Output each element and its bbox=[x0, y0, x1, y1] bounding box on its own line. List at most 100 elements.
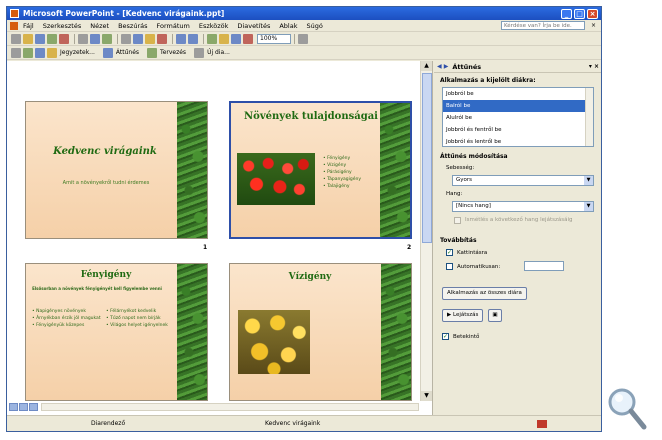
table-icon[interactable] bbox=[219, 33, 229, 44]
slide-3-bullets-right: Félárnyékot kedvelik Tűző napot nem bírj… bbox=[106, 308, 176, 329]
speed-select[interactable]: Gyors ▼ bbox=[452, 175, 594, 186]
chart-icon[interactable] bbox=[207, 33, 217, 44]
notes-button[interactable]: Jegyzetek... bbox=[47, 47, 98, 58]
slide-thumbnail-3[interactable]: Fényigény Elsősorban a növények fényigén… bbox=[25, 263, 208, 401]
slideshow-button[interactable]: ▣ bbox=[488, 309, 502, 322]
auto-time-spinner[interactable] bbox=[524, 261, 564, 271]
print-preview-icon[interactable] bbox=[90, 33, 100, 44]
cut-icon[interactable] bbox=[121, 33, 131, 44]
transition-list[interactable]: Jobbról be Balról be Alulról be Jobbról … bbox=[442, 87, 594, 147]
new-icon[interactable] bbox=[11, 33, 21, 44]
slide-thumbnail-2[interactable]: Növények tulajdonságai Fényigény Vízigén… bbox=[229, 101, 412, 239]
leaves-decoration bbox=[380, 103, 410, 237]
task-pane-title: Áttűnés bbox=[452, 62, 482, 71]
scroll-down-arrow-icon[interactable]: ▼ bbox=[421, 391, 432, 401]
checkbox-box bbox=[446, 263, 453, 270]
new-slide-icon bbox=[194, 47, 205, 58]
menu-file[interactable]: Fájl bbox=[23, 22, 34, 30]
sound-label: Hang: bbox=[446, 191, 463, 197]
play-button[interactable]: ▶ Lejátszás bbox=[442, 309, 484, 322]
bullet-item: Párásigény bbox=[323, 169, 361, 176]
spelling-status-icon bbox=[537, 420, 547, 428]
menu-view[interactable]: Nézet bbox=[90, 22, 109, 30]
menu-tools[interactable]: Eszközök bbox=[199, 22, 229, 30]
rehearse-icon[interactable] bbox=[23, 47, 33, 58]
undo-icon[interactable] bbox=[176, 33, 186, 44]
autopreview-label: Betekintő bbox=[453, 333, 480, 340]
sound-select[interactable]: [Nincs hang] ▼ bbox=[452, 201, 594, 212]
automatic-checkbox[interactable]: Automatikusan: bbox=[446, 263, 500, 270]
loop-sound-checkbox[interactable]: Ismétlés a következő hang lejátszásáig bbox=[454, 217, 594, 224]
on-click-checkbox[interactable]: ✓ Kattintásra bbox=[446, 249, 487, 256]
menu-format[interactable]: Formátum bbox=[156, 22, 189, 30]
copy-icon[interactable] bbox=[133, 33, 143, 44]
slideshow-view-icon[interactable] bbox=[29, 403, 38, 411]
leaves-decoration bbox=[381, 264, 411, 400]
new-slide-button-label: Új dia... bbox=[207, 49, 230, 56]
magnifier-icon[interactable] bbox=[606, 386, 648, 432]
toolbar-separator bbox=[172, 33, 173, 44]
hide-slide-icon[interactable] bbox=[11, 47, 21, 58]
permission-icon[interactable] bbox=[47, 33, 57, 44]
zoom-select[interactable]: 100% bbox=[257, 33, 291, 44]
speed-value: Gyors bbox=[456, 177, 473, 183]
transition-option-selected[interactable]: Balról be bbox=[443, 100, 593, 112]
new-slide-button[interactable]: Új dia... bbox=[194, 47, 233, 58]
menu-slideshow[interactable]: Diavetítés bbox=[237, 22, 270, 30]
menu-insert[interactable]: Beszúrás bbox=[118, 22, 147, 30]
apply-to-label: Alkalmazás a kijelölt diákra: bbox=[440, 77, 536, 84]
color-icon[interactable] bbox=[243, 33, 253, 44]
bullet-item: Félárnyékot kedvelik bbox=[106, 308, 176, 315]
format-painter-icon[interactable] bbox=[157, 33, 167, 44]
email-icon[interactable] bbox=[59, 33, 69, 44]
spelling-icon[interactable] bbox=[102, 33, 112, 44]
back-forward-icon[interactable]: ◀ ▶ bbox=[437, 63, 448, 70]
grid-icon[interactable] bbox=[231, 33, 241, 44]
transition-button[interactable]: Áttűnés bbox=[102, 47, 142, 58]
apply-to-all-button[interactable]: Alkalmazás az összes diára bbox=[442, 287, 527, 300]
design-button[interactable]: Tervezés bbox=[147, 47, 189, 58]
toolbar-separator bbox=[294, 33, 295, 44]
checkbox-box bbox=[454, 217, 461, 224]
paste-icon[interactable] bbox=[145, 33, 155, 44]
play-button-label: Lejátszás bbox=[452, 312, 479, 318]
status-design: Kedvenc virágaink bbox=[265, 420, 321, 427]
help-icon[interactable] bbox=[298, 33, 308, 44]
menu-help[interactable]: Súgó bbox=[307, 22, 323, 30]
status-view: Diarendező bbox=[91, 420, 126, 427]
scroll-up-arrow-icon[interactable]: ▲ bbox=[421, 61, 432, 71]
transition-option[interactable]: Jobbról be bbox=[443, 88, 593, 100]
transition-option[interactable]: Jobbról és fentről be bbox=[443, 124, 593, 136]
slide-thumbnail-4[interactable]: Vízigény bbox=[229, 263, 412, 401]
close-button[interactable]: × bbox=[587, 8, 598, 19]
bullet-item: Talajigény bbox=[323, 183, 361, 190]
maximize-button[interactable]: □ bbox=[574, 8, 585, 19]
menu-window[interactable]: Ablak bbox=[279, 22, 297, 30]
summary-slide-icon[interactable] bbox=[35, 47, 45, 58]
bullet-item: Világos helyet igényelnek bbox=[106, 322, 176, 329]
redo-icon[interactable] bbox=[188, 33, 198, 44]
notes-button-label: Jegyzetek... bbox=[60, 49, 95, 56]
dropdown-arrow-icon[interactable]: ▼ bbox=[584, 176, 593, 185]
horizontal-scrollbar[interactable] bbox=[41, 403, 419, 411]
print-icon[interactable] bbox=[78, 33, 88, 44]
task-pane-close-icon[interactable]: ▾ × bbox=[589, 63, 599, 70]
slide-thumbnail-1[interactable]: Kedvenc virágaink Amit a növényekről tud… bbox=[25, 101, 208, 239]
standard-toolbar: 100% bbox=[7, 32, 601, 46]
help-search-input[interactable]: Kérdése van? Írja be ide. bbox=[500, 21, 585, 30]
autopreview-checkbox[interactable]: ✓ Betekintő bbox=[442, 333, 479, 340]
minimize-button[interactable]: _ bbox=[561, 8, 572, 19]
open-icon[interactable] bbox=[23, 33, 33, 44]
transition-option[interactable]: Alulról be bbox=[443, 112, 593, 124]
dropdown-arrow-icon[interactable]: ▼ bbox=[584, 202, 593, 211]
menu-edit[interactable]: Szerkesztés bbox=[43, 22, 81, 30]
transition-option[interactable]: Jobbról és lentről be bbox=[443, 136, 593, 146]
save-icon[interactable] bbox=[35, 33, 45, 44]
design-button-label: Tervezés bbox=[160, 49, 187, 56]
document-close-button[interactable]: × bbox=[591, 22, 596, 29]
slide-sorter-view-icon[interactable] bbox=[19, 403, 28, 411]
list-scrollbar[interactable] bbox=[585, 88, 593, 146]
vertical-scrollbar[interactable]: ▲ ▼ bbox=[420, 61, 432, 401]
scroll-thumb[interactable] bbox=[422, 73, 432, 243]
normal-view-icon[interactable] bbox=[9, 403, 18, 411]
